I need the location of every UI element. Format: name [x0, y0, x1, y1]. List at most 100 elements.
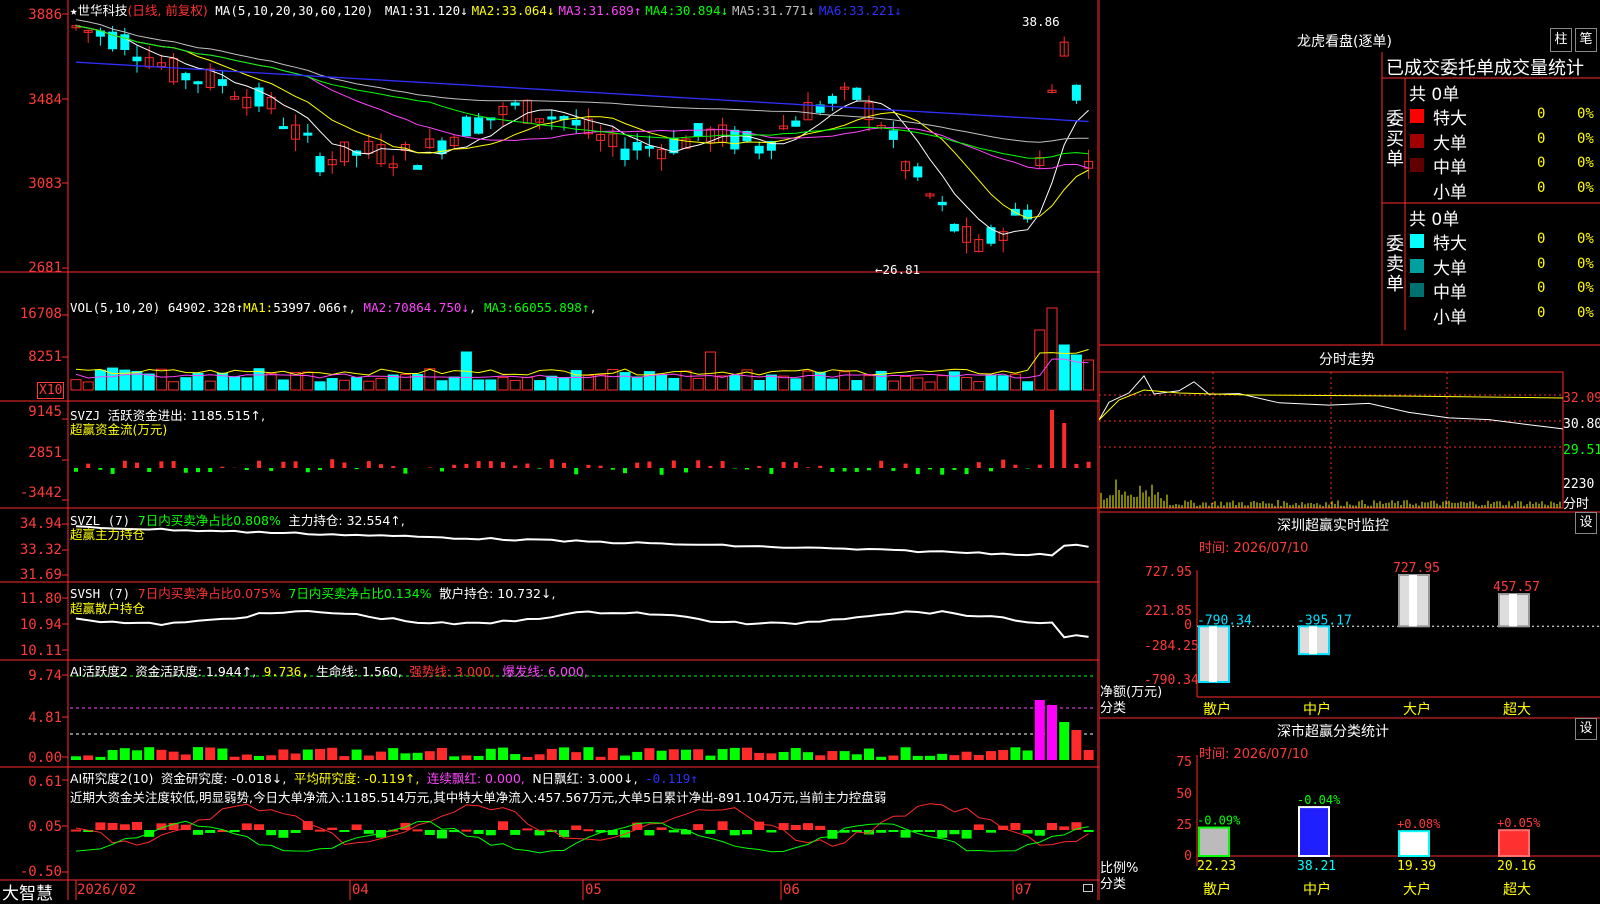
main-y-label: 3484 [0, 92, 62, 108]
volume-bar [95, 370, 105, 390]
fund-flow-bar [220, 467, 224, 468]
activity-bar [169, 752, 179, 760]
stock-name: 世华科技 [78, 3, 128, 18]
activity-bar [315, 749, 325, 760]
right-panel: -790.34散户-395.17中户727.95大户457.57超大-0.09%… [1099, 0, 1600, 900]
activity-bar [925, 756, 935, 760]
average-research-line [76, 821, 1089, 853]
fund-flow-bar [757, 466, 761, 468]
research-bar [266, 830, 276, 835]
vol-header: VOL(5,10,20) 64902.328↑MA1:53997.066↑, M… [70, 300, 597, 315]
fund-flow-bar [452, 465, 456, 468]
fund-flow-bar [782, 462, 786, 468]
fund-flow-bar [696, 460, 700, 468]
volume-bar [730, 376, 740, 390]
research-bar [937, 830, 947, 838]
candle [218, 80, 226, 86]
activity-bar [1010, 747, 1020, 760]
volume-bar [608, 370, 618, 390]
ma-indicator: MA5: [732, 3, 762, 18]
fund-flow-bar [647, 462, 651, 468]
research-bar [803, 823, 813, 830]
order-size-label: 大单 [1433, 254, 1467, 279]
fund-flow-bar [513, 466, 517, 468]
classify-change-label: -0.04% [1297, 793, 1341, 807]
candle [572, 120, 580, 125]
tick-mode-button[interactable]: 笔 [1575, 28, 1597, 52]
research-bar [888, 830, 898, 832]
svzl-y-label: 31.69 [0, 567, 62, 583]
fund-flow-bar [367, 461, 371, 468]
research-bar [1010, 823, 1020, 830]
svsh-ratio-2: 7日内买卖净占比0.134% [288, 586, 431, 601]
ma-indicator: MA1: [385, 3, 415, 18]
bar-mode-button[interactable]: 柱 [1550, 28, 1572, 52]
volume-bar [962, 378, 972, 390]
activity-bar [205, 747, 215, 760]
monitor-settings-button[interactable]: 设 [1575, 512, 1597, 534]
activity-bar [998, 750, 1008, 760]
monitor-category-label: 中户 [1303, 701, 1331, 718]
fund-flow-bar [294, 461, 298, 468]
brand-logo[interactable]: 大智慧 [2, 879, 53, 904]
activity-bar [437, 748, 447, 760]
volume-bar [864, 376, 874, 390]
activity-bar [657, 751, 667, 760]
research-bar [425, 830, 435, 835]
fund-flow-bar [477, 461, 481, 468]
volume-bar [888, 381, 898, 390]
research-bar [681, 830, 691, 834]
activity-bar [278, 749, 288, 760]
ma-indicator: MA4: [645, 3, 675, 18]
vol-unit: X10 [37, 382, 64, 399]
volume-bar [474, 380, 484, 390]
ai1-lifeline: 生命线: 1.560, [316, 664, 401, 679]
volume-bar [71, 380, 81, 390]
research-bar [193, 830, 203, 835]
lock-icon[interactable] [1083, 884, 1093, 892]
ma-line [76, 62, 1089, 121]
fund-flow-bar [611, 468, 615, 470]
fund-flow-bar [123, 461, 127, 468]
research-bar [486, 830, 496, 835]
candle [304, 133, 312, 135]
legend-swatch [1410, 158, 1424, 172]
activity-bar [669, 749, 679, 760]
classify-y-label: 25 [1154, 818, 1192, 833]
fund-flow-bar [196, 468, 200, 472]
main-y-label: 3083 [0, 176, 62, 192]
classify-bar [1499, 830, 1529, 856]
main-y-label: 3886 [0, 7, 62, 23]
activity-bar [449, 756, 459, 760]
volume-bar [498, 377, 508, 390]
candle [194, 82, 202, 84]
candle [755, 146, 763, 153]
chart-area[interactable]: ★世华科技(日线, 前复权) MA(5,10,20,30,60,120) MA1… [0, 0, 1099, 900]
classify-settings-button[interactable]: 设 [1575, 718, 1597, 740]
activity-bar [949, 755, 959, 760]
fund-flow-bar [708, 466, 712, 468]
volume-bar [315, 382, 325, 390]
monitor-bar-highlight [1409, 575, 1417, 626]
ma-value: 33.221↓ [849, 3, 902, 18]
fund-flow-bar [525, 464, 529, 468]
classify-title: 深市超赢分类统计 [1277, 721, 1389, 741]
period-label[interactable]: (日线, 前复权) [128, 3, 208, 18]
volume-bar [657, 375, 667, 390]
order-size-label: 小单 [1433, 303, 1467, 328]
activity-bar [425, 751, 435, 760]
fund-flow-bar [74, 468, 78, 472]
svzl-ratio: 7日内买卖净占比0.808% [138, 513, 281, 528]
star-icon[interactable]: ★ [70, 3, 78, 18]
lhb-tabs[interactable]: 已成交委托单成交量统计 [1386, 54, 1584, 80]
activity-bar [596, 757, 606, 760]
monitor-value-label: 727.95 [1393, 561, 1440, 576]
volume-bar [559, 378, 569, 390]
svzl-y-label: 33.32 [0, 542, 62, 558]
chart-canvas[interactable] [0, 0, 1099, 900]
candle [511, 103, 519, 105]
fund-flow-bar [538, 468, 542, 469]
activity-bar [522, 757, 532, 760]
ma-line [76, 26, 1089, 219]
order-count: 0 [1537, 280, 1545, 296]
